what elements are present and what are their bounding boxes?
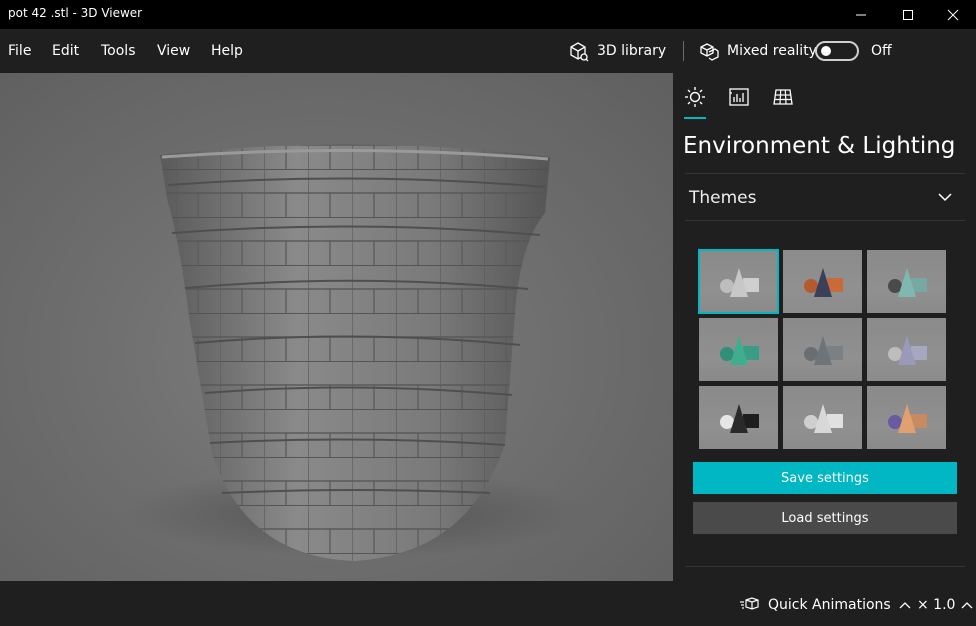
animation-icon bbox=[740, 597, 759, 610]
theme-preview-shapes bbox=[888, 268, 927, 297]
mixed-reality-state: Off bbox=[871, 43, 892, 59]
animation-speed-button[interactable]: × 1.0 bbox=[917, 597, 973, 613]
3d-library-icon bbox=[570, 42, 589, 62]
status-bar: Quick Animations × 1.0 bbox=[0, 581, 976, 626]
pot-model bbox=[125, 144, 585, 561]
panel-title: Environment & Lighting bbox=[683, 133, 956, 159]
close-button[interactable] bbox=[930, 0, 976, 29]
menu-view[interactable]: View bbox=[157, 43, 190, 59]
chevron-up-icon bbox=[961, 602, 973, 609]
toggle-knob bbox=[821, 46, 831, 56]
theme-thumbnail[interactable] bbox=[783, 250, 862, 313]
save-settings-button[interactable]: Save settings bbox=[693, 462, 957, 494]
active-tab-indicator bbox=[684, 117, 706, 119]
theme-thumbnail[interactable] bbox=[699, 318, 778, 381]
theme-preview-shapes bbox=[720, 404, 759, 433]
mixed-reality-label: Mixed reality bbox=[727, 43, 817, 59]
tab-grid[interactable] bbox=[771, 85, 795, 109]
load-settings-button[interactable]: Load settings bbox=[693, 502, 957, 534]
3d-viewport[interactable] bbox=[0, 73, 673, 581]
lighting-icon bbox=[685, 87, 705, 107]
divider bbox=[685, 566, 965, 567]
theme-preview-shapes bbox=[804, 404, 843, 433]
themes-grid bbox=[698, 249, 947, 450]
maximize-button[interactable] bbox=[885, 0, 931, 29]
environment-panel: Environment & Lighting Themes Save setti… bbox=[673, 73, 976, 581]
title-bar: pot 42 .stl - 3D Viewer bbox=[0, 0, 976, 29]
mixed-reality-icon bbox=[700, 43, 719, 61]
close-icon bbox=[947, 9, 959, 20]
mixed-reality-button[interactable]: Mixed reality bbox=[699, 40, 817, 62]
menu-tools[interactable]: Tools bbox=[101, 43, 136, 59]
quick-animations-button[interactable]: Quick Animations bbox=[740, 597, 911, 613]
stats-icon bbox=[729, 88, 749, 106]
theme-preview-shapes bbox=[888, 336, 927, 365]
theme-preview-shapes bbox=[804, 268, 843, 297]
theme-thumbnail[interactable] bbox=[867, 250, 946, 313]
menu-edit[interactable]: Edit bbox=[52, 43, 79, 59]
divider bbox=[685, 220, 965, 221]
theme-preview-shapes bbox=[888, 404, 927, 433]
theme-thumbnail[interactable] bbox=[698, 249, 779, 314]
grid-icon bbox=[773, 89, 793, 105]
themes-label: Themes bbox=[689, 188, 757, 208]
mixed-reality-toggle[interactable] bbox=[815, 41, 859, 61]
3d-library-button[interactable]: 3D library bbox=[567, 40, 666, 62]
theme-thumbnail[interactable] bbox=[699, 386, 778, 449]
menu-bar: File Edit Tools View Help 3D library Mix… bbox=[0, 29, 976, 73]
chevron-down-icon bbox=[938, 193, 952, 202]
theme-preview-shapes bbox=[720, 336, 759, 365]
chevron-up-icon bbox=[899, 602, 911, 609]
tab-lighting[interactable] bbox=[683, 85, 707, 109]
tab-stats[interactable] bbox=[727, 85, 751, 109]
quick-animations-label: Quick Animations bbox=[768, 597, 891, 613]
minimize-button[interactable] bbox=[838, 0, 884, 29]
maximize-icon bbox=[903, 9, 913, 20]
theme-thumbnail[interactable] bbox=[867, 386, 946, 449]
window-title: pot 42 .stl - 3D Viewer bbox=[8, 6, 143, 20]
3d-library-label: 3D library bbox=[597, 43, 667, 59]
toolbar-divider bbox=[683, 41, 684, 61]
theme-thumbnail[interactable] bbox=[867, 318, 946, 381]
theme-preview-shapes bbox=[804, 336, 843, 365]
theme-thumbnail[interactable] bbox=[783, 318, 862, 381]
animation-speed-label: × 1.0 bbox=[917, 597, 956, 613]
themes-expander[interactable]: Themes bbox=[685, 174, 965, 220]
menu-help[interactable]: Help bbox=[211, 43, 243, 59]
theme-preview-shapes bbox=[720, 268, 759, 297]
menu-file[interactable]: File bbox=[8, 43, 31, 59]
theme-thumbnail[interactable] bbox=[783, 386, 862, 449]
minimize-icon bbox=[856, 14, 866, 15]
